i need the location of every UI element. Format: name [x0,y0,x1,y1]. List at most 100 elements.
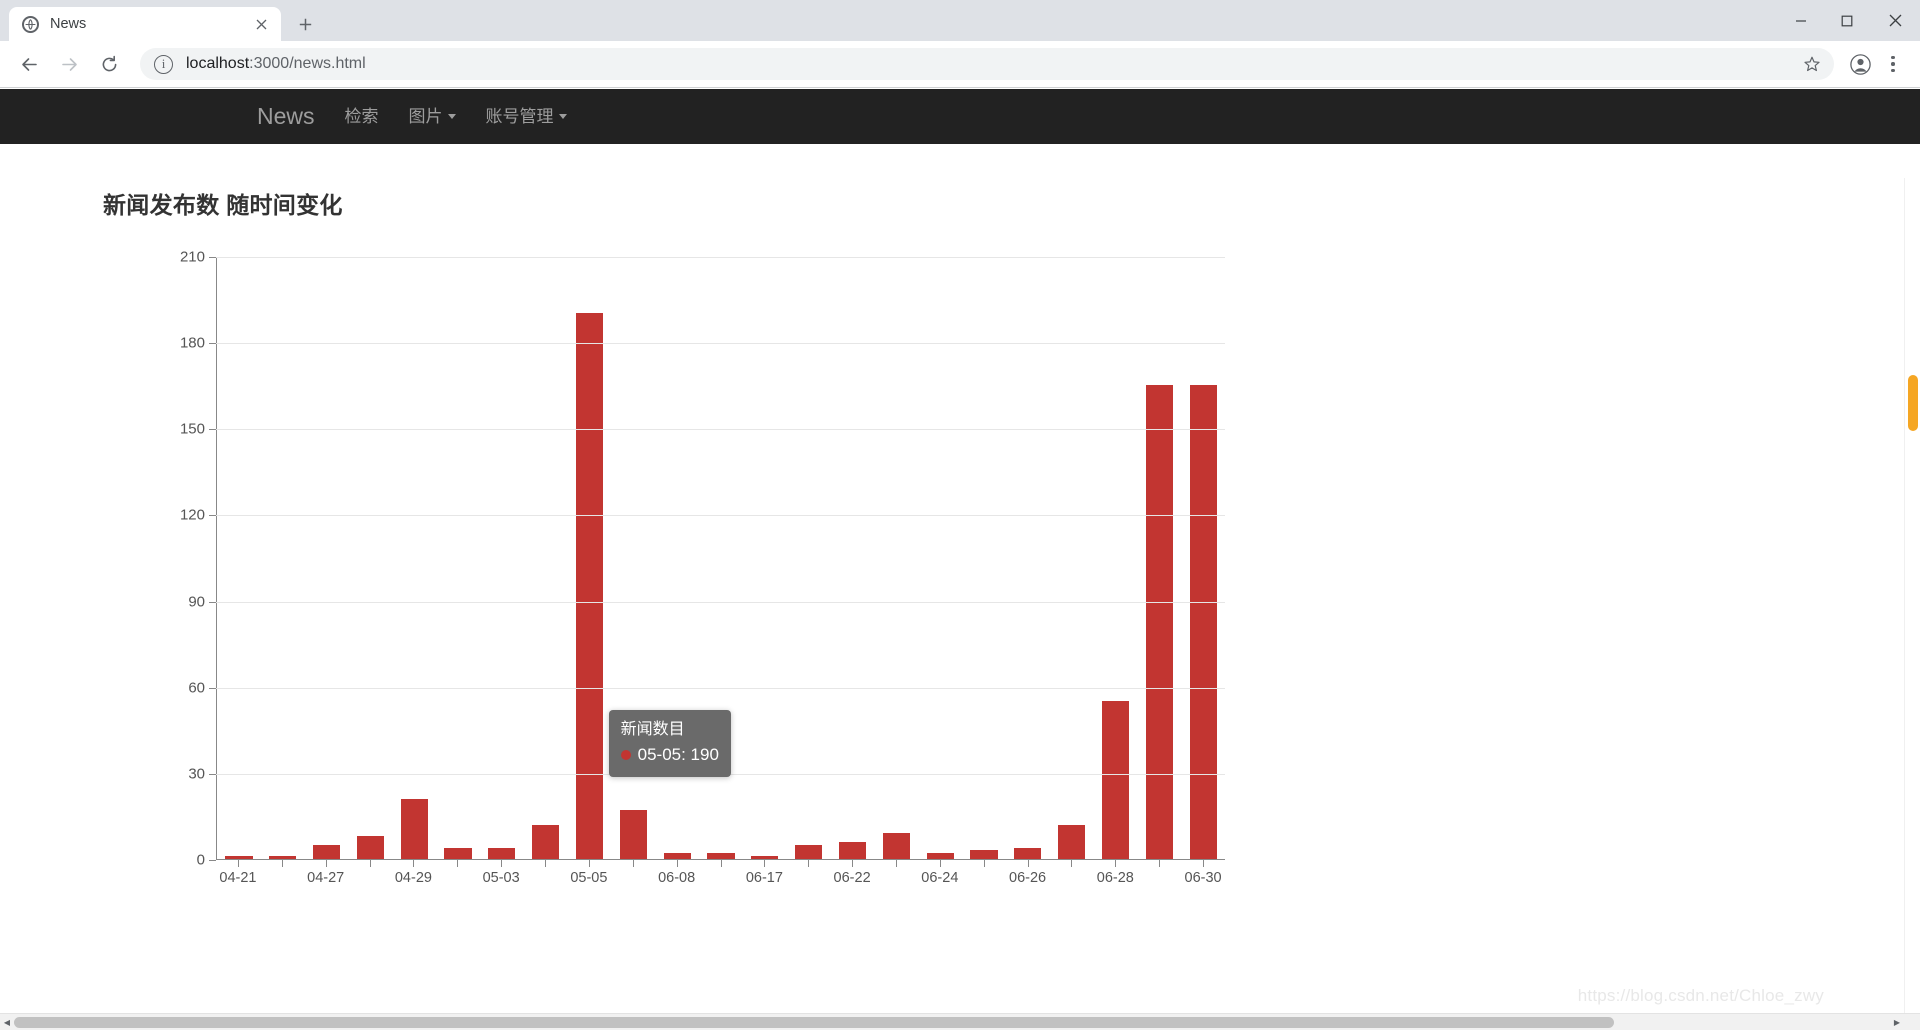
grid-line [216,515,1225,517]
address-bar[interactable]: i localhost:3000/news.html [140,48,1834,80]
grid-line [216,601,1225,603]
x-tick-mark [808,860,810,867]
bar-slot[interactable] [305,257,349,859]
bar[interactable] [532,824,560,859]
x-tick-mark [501,860,503,867]
bar[interactable] [400,798,428,859]
bookmark-star-icon[interactable] [1798,50,1826,78]
tab-title: News [50,16,87,32]
browser-menu-button[interactable] [1878,49,1908,79]
bar[interactable] [926,853,954,859]
bar[interactable] [795,844,823,859]
vertical-scrollbar-thumb[interactable] [1908,375,1918,431]
x-axis-tick-label: 06-30 [1184,870,1222,886]
bar[interactable] [751,856,779,859]
url-text: localhost:3000/news.html [186,55,366,72]
y-tick-mark [209,687,216,689]
bar-slot[interactable] [874,257,918,859]
bar-slot[interactable] [962,257,1006,859]
y-axis-tick-label: 90 [188,593,205,611]
reload-icon[interactable] [92,47,126,81]
bar[interactable] [312,844,341,859]
x-tick-mark [281,860,283,867]
vertical-scrollbar[interactable] [1904,178,1920,1013]
bar[interactable] [1014,847,1042,859]
nav-item-account-management[interactable]: 账号管理 [471,108,582,125]
bar-slot[interactable] [480,257,524,859]
scroll-right-arrow-icon[interactable]: ▶ [1890,1014,1904,1030]
bar-slot[interactable] [524,257,568,859]
bar-slot[interactable] [1006,257,1050,859]
bar[interactable] [225,856,253,859]
site-info-icon[interactable]: i [154,54,173,74]
x-tick-mark [1159,860,1161,867]
grid-line [216,257,1225,258]
bar-slot[interactable] [436,257,480,859]
bar-slot[interactable] [918,257,962,859]
x-tick-mark [588,860,590,867]
browser-window: News i localhost:3000/news.html News 检索 … [0,0,1920,1030]
bar[interactable] [1189,385,1217,859]
window-close-button[interactable] [1870,0,1920,41]
bar-slot[interactable] [261,257,305,859]
bar[interactable] [882,833,910,859]
bar-slot[interactable] [1050,257,1094,859]
bar[interactable] [488,847,516,859]
bar[interactable] [1058,824,1086,859]
x-tick-mark [457,860,459,867]
bar[interactable] [1145,385,1173,859]
x-axis-tick-label: 05-03 [482,870,520,886]
bar-slot[interactable] [743,257,787,859]
window-controls [1778,0,1920,41]
bar-slot[interactable] [1094,257,1138,859]
chart-plot-area: 0 30 60 90 120 150 180 210 04-21 04-27 04-29 05-03 0… [180,249,1225,886]
bar[interactable] [707,853,735,859]
minimize-button[interactable] [1778,0,1824,41]
horizontal-scrollbar[interactable]: ◀ ▶ [0,1013,1920,1030]
x-tick-mark [1203,860,1205,867]
bar-slot[interactable] [217,257,261,859]
tooltip-value-label: 05-05: 190 [637,744,719,764]
close-icon[interactable] [251,14,271,34]
tab-strip: News [0,0,1920,41]
x-tick-mark [895,860,897,867]
bar-slot[interactable] [1181,257,1225,859]
x-tick-mark [939,860,941,867]
bar[interactable] [838,841,867,859]
bar-slot[interactable] [787,257,831,859]
profile-avatar[interactable] [1846,50,1874,78]
page-viewport: News 检索 图片 账号管理 新闻发布数 随时间变化 0 30 60 90 120 15… [0,89,1920,1030]
nav-item-images[interactable]: 图片 [394,108,471,125]
grid-line [216,429,1225,431]
bar[interactable] [444,847,472,859]
y-tick-mark [209,773,216,775]
bar[interactable] [575,313,604,859]
back-button[interactable] [12,47,46,81]
nav-item-label: 检索 [344,107,379,126]
x-tick-mark [413,860,415,867]
new-tab-button[interactable] [290,9,320,39]
y-tick-mark [209,860,216,861]
bar[interactable] [356,836,384,859]
scroll-left-arrow-icon[interactable]: ◀ [0,1014,14,1030]
bar-slot[interactable] [568,257,612,859]
grid-line [216,343,1225,345]
bar[interactable] [970,850,998,859]
nav-item-search[interactable]: 检索 [330,108,394,125]
bar-slot[interactable] [348,257,392,859]
horizontal-scrollbar-thumb[interactable] [14,1017,1614,1028]
bar[interactable] [619,810,647,859]
bar[interactable] [1101,701,1130,859]
browser-tab[interactable]: News [9,7,281,41]
bar[interactable] [269,856,297,859]
bar-slot[interactable] [392,257,436,859]
chart-tooltip: 新闻数目 05-05: 190 [608,710,731,777]
maximize-button[interactable] [1824,0,1870,41]
forward-button[interactable] [52,47,86,81]
chevron-down-icon [558,114,567,119]
bar-slot[interactable] [1137,257,1181,859]
nav-item-label: 账号管理 [485,107,554,126]
bar-slot[interactable] [831,257,875,859]
bar[interactable] [663,853,691,859]
navbar-brand[interactable]: News [242,105,330,128]
